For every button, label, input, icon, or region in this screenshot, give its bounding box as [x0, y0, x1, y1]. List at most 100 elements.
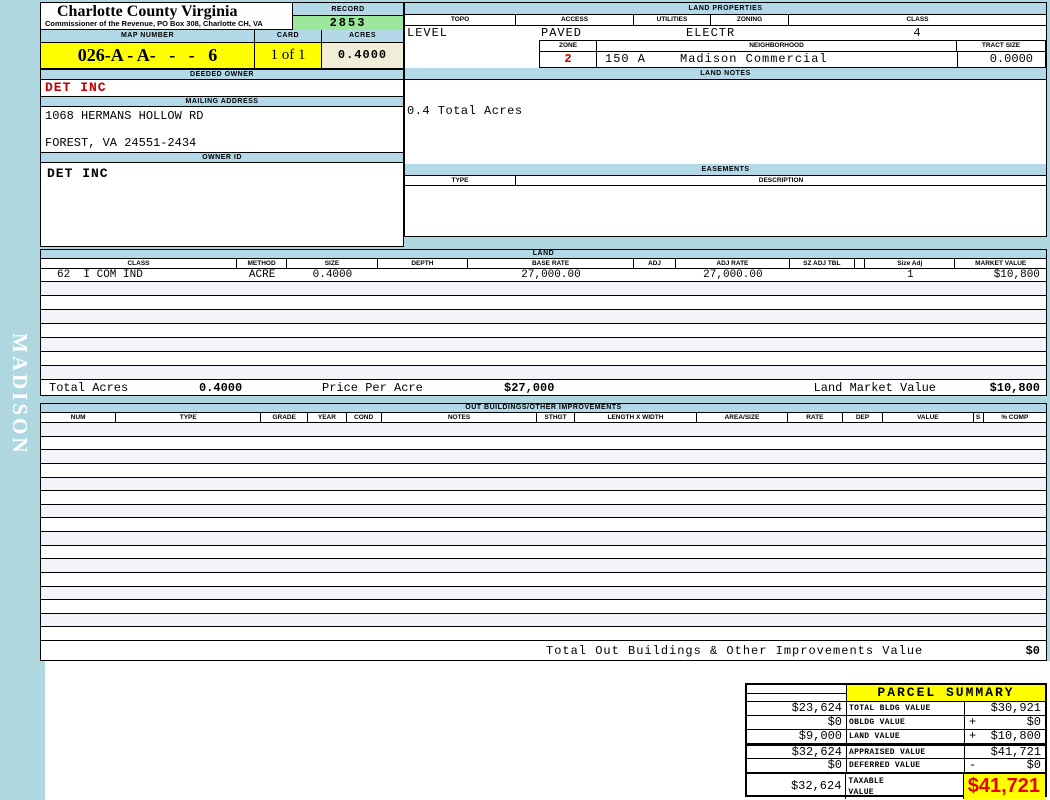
acres-value: 0.4000	[322, 43, 403, 68]
summary-op-land-value: +	[969, 729, 977, 743]
out-buildings-empty-row	[41, 600, 1046, 614]
card-label: CARD	[255, 30, 322, 42]
neighborhood-label: NEIGHBORHOOD	[597, 41, 957, 51]
tract-size-value: 0.0000	[957, 52, 1045, 67]
summary-label-obldg-value: OBLDG VALUE	[847, 716, 965, 729]
deeded-owner-value: DET INC	[45, 80, 107, 95]
land-col-size-adj: Size Adj	[865, 259, 956, 268]
summary-prior-header-cell	[747, 685, 847, 702]
land-cell-market-value: $10,800	[993, 269, 1040, 281]
parcel-summary: PARCEL SUMMARY $23,624 TOTAL BLDG VALUE $3…	[745, 683, 1047, 799]
out-col-type: TYPE	[116, 413, 262, 422]
summary-value-cell-deferred-value: - $0	[965, 759, 1045, 772]
out-col-length-x-width: LENGTH X WIDTH	[575, 413, 698, 422]
summary-prior-obldg-value: $0	[747, 716, 847, 729]
out-buildings-total-row: Total Out Buildings & Other Improvements…	[41, 641, 1046, 660]
out-col-notes: NOTES	[382, 413, 538, 422]
land-properties-block: LAND PROPERTIES TOPO ACCESS UTILITIES ZO…	[404, 2, 1047, 237]
summary-row-total-bldg-value: $23,624 TOTAL BLDG VALUE $30,921	[747, 702, 1045, 716]
acres-label: ACRES	[348, 32, 376, 39]
county-title-cell: Charlotte County Virginia Commissioner o…	[41, 3, 293, 29]
land-col-adj: ADJ	[634, 259, 677, 268]
land-cell-adj	[634, 269, 676, 281]
out-buildings-empty-row	[41, 559, 1046, 573]
out-col-grade: GRADE	[261, 413, 309, 422]
neighborhood-code: 150 A	[605, 52, 647, 66]
summary-label-appraised-value: APPRAISED VALUE	[847, 746, 965, 758]
summary-value-obldg-value: $0	[1026, 715, 1041, 729]
mailing-address: 1068 HERMANS HOLLOW RD FOREST, VA 24551-…	[41, 107, 403, 152]
summary-taxable-value: $41,721	[967, 775, 1040, 797]
land-table-header: LAND	[41, 250, 1046, 259]
land-table: LAND CLASS METHOD SIZE DEPTH BASE RATE ADJ ADJ…	[40, 249, 1047, 396]
out-buildings-empty-row	[41, 491, 1046, 505]
out-col-dep: DEP	[843, 413, 884, 422]
summary-row-land-value: $9,000 LAND VALUE + $10,800	[747, 730, 1045, 744]
total-acres-label: Total Acres	[49, 380, 129, 395]
land-rows: 62 I COM IND ACRE 0.4000 27,000.00 27,000.00…	[41, 269, 1046, 380]
land-col-class: CLASS	[41, 259, 237, 268]
land-empty-row	[41, 338, 1046, 352]
out-buildings-total-value: $0	[1025, 643, 1040, 658]
land-col-sz-adj-tbl: SZ ADJ TBL	[790, 259, 855, 268]
out-col-s: S	[974, 413, 984, 422]
owner-block: Charlotte County Virginia Commissioner o…	[40, 2, 404, 247]
summary-prior-land-value: $9,000	[747, 730, 847, 743]
out-buildings-rows	[41, 423, 1046, 641]
land-cell-sz-adj-tbl	[790, 269, 855, 281]
zoning-label: ZONING	[711, 15, 789, 25]
out-col-cond: COND	[347, 413, 382, 422]
card-value: 1 of 1	[255, 43, 322, 68]
topo-value: LEVEL	[407, 26, 449, 40]
out-buildings-empty-row	[41, 477, 1046, 492]
owner-id-header: OWNER ID	[41, 152, 403, 163]
land-col-market-value: MARKET VALUE	[975, 260, 1027, 267]
land-col-depth: DEPTH	[378, 259, 469, 268]
summary-label-land-value: LAND VALUE	[847, 730, 965, 743]
zone-label: ZONE	[540, 41, 597, 51]
out-col-sthgt: STHGT	[537, 413, 575, 422]
out-buildings-empty-row	[41, 464, 1046, 478]
easement-description-label: DESCRIPTION	[758, 177, 804, 184]
parcel-summary-title: PARCEL SUMMARY	[847, 685, 1045, 702]
land-cell-adj-rate: 27,000.00	[703, 269, 763, 281]
map-number-value: 026-A - A- - - 6	[41, 43, 255, 68]
access-label: ACCESS	[516, 15, 634, 25]
out-buildings-empty-row	[41, 532, 1046, 546]
out-buildings-empty-row	[41, 518, 1046, 532]
class-label: CLASS	[906, 16, 929, 23]
land-col-adj-rate: ADJ RATE	[676, 259, 790, 268]
summary-op-obldg-value: +	[969, 715, 977, 729]
class-value: 4	[913, 26, 922, 40]
land-cell-depth	[378, 269, 468, 281]
owner-id-value: DET INC	[47, 166, 109, 181]
land-empty-row	[41, 366, 1046, 380]
land-properties-header: LAND PROPERTIES	[405, 3, 1046, 15]
address-line-2: FOREST, VA 24551-2434	[45, 136, 197, 150]
out-buildings-empty-row	[41, 586, 1046, 601]
land-cell-method: ACRE	[248, 269, 276, 281]
commissioner-address: Commissioner of the Revenue, PO Box 308,…	[45, 19, 263, 28]
out-buildings-empty-row	[41, 613, 1046, 628]
summary-value-deferred-value: $0	[1026, 758, 1041, 772]
record-box: RECORD 2853	[293, 3, 403, 30]
mailing-address-header: MAILING ADDRESS	[41, 96, 403, 107]
out-col-comp: % COMP	[1001, 414, 1029, 421]
parcel-summary-rows: $23,624 TOTAL BLDG VALUE $30,921 $0 OBLDG VA…	[747, 702, 1045, 799]
address-line-1: 1068 HERMANS HOLLOW RD	[45, 109, 204, 123]
zone-neighborhood-table: ZONE NEIGHBORHOOD TRACT SIZE 2 150 A Mad…	[539, 40, 1046, 68]
easements-header: EASEMENTS	[405, 164, 1046, 176]
easements-empty-area	[405, 186, 1046, 236]
land-col-blank	[855, 259, 866, 268]
neighborhood-name: Madison Commercial	[680, 52, 828, 66]
easement-type-label: TYPE	[405, 176, 516, 185]
zone-value: 2	[540, 52, 597, 67]
out-buildings-empty-row	[41, 504, 1046, 519]
land-empty-row	[41, 310, 1046, 324]
out-buildings-header: OUT BUILDINGS/OTHER IMPROVEMENTS	[41, 404, 1046, 413]
out-buildings-empty-row	[41, 627, 1046, 641]
out-buildings-empty-row	[41, 450, 1046, 464]
utilities-value: ELECTR	[686, 26, 736, 40]
district-vertical-label: MADISON	[8, 333, 32, 456]
